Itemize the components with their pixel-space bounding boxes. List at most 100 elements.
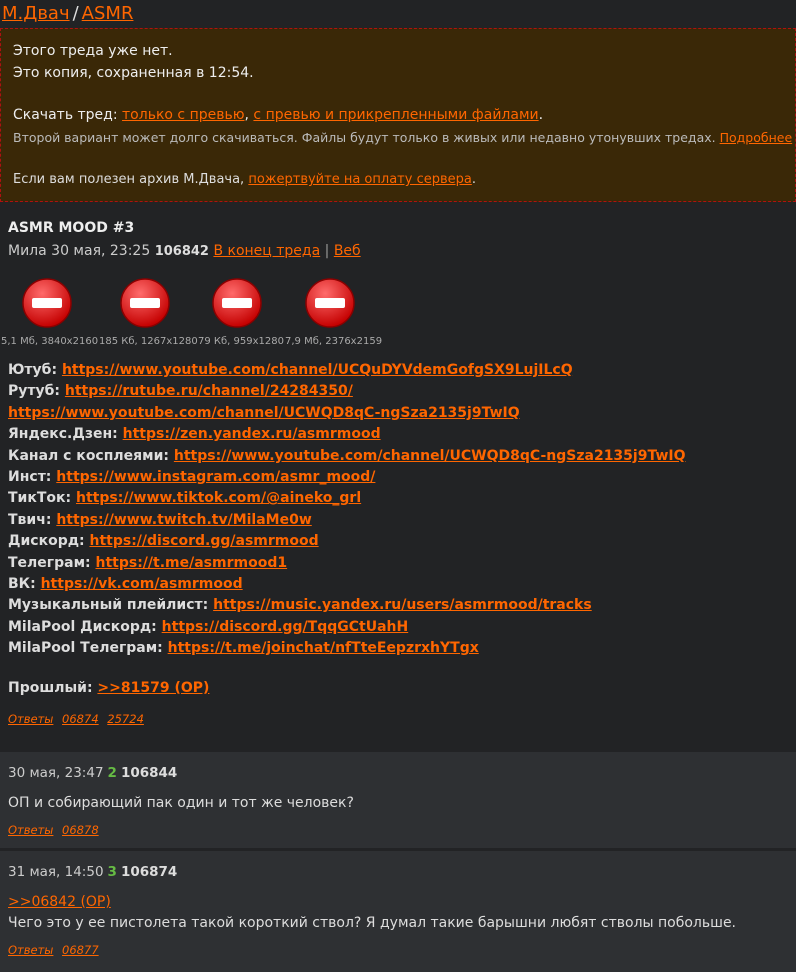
download-previews-link[interactable]: только с превью	[122, 107, 244, 123]
post-count: 2	[107, 765, 117, 781]
link-row: Ютуб: https://www.youtube.com/channel/UC…	[8, 360, 686, 381]
reply-link[interactable]: 25724	[107, 712, 144, 726]
post-count: 3	[107, 864, 117, 880]
link-url[interactable]: https://zen.yandex.ru/asmrmood	[123, 426, 381, 442]
breadcrumb-home-link[interactable]: М.Двач	[2, 3, 70, 24]
reply-link[interactable]: 06878	[62, 823, 99, 837]
download-full-link[interactable]: с превью и прикрепленными файлами	[253, 107, 538, 123]
link-row: MilaPool Телеграм: https://t.me/joinchat…	[8, 638, 686, 659]
post-number[interactable]: 106874	[121, 864, 177, 880]
link-url[interactable]: https://t.me/asmrmood1	[96, 555, 288, 571]
op-author: Мила	[8, 243, 47, 259]
link-url[interactable]: https://rutube.ru/channel/24284350/	[65, 383, 353, 399]
post-replies: Ответы 06878	[8, 823, 104, 837]
link-label: ВК:	[8, 575, 36, 592]
donate-end: .	[471, 172, 476, 187]
link-row: Музыкальный плейлист: https://music.yand…	[8, 595, 686, 616]
previous-thread-link[interactable]: >>81579 (OP)	[97, 680, 209, 696]
notice-thread-gone: Этого треда уже нет.	[13, 43, 173, 59]
notice-download: Скачать тред: только с превью, с превью …	[13, 107, 543, 123]
donate-link[interactable]: пожертвуйте на оплату сервера	[248, 172, 472, 187]
donate-text: Если вам полезен архив М.Двача,	[13, 172, 245, 187]
link-row: https://www.youtube.com/channel/UCWQD8qC…	[8, 403, 686, 424]
post-meta: 31 мая, 14:50 3 106874	[8, 864, 177, 880]
more-info-link[interactable]: Подробнее	[720, 130, 793, 145]
download-end: .	[538, 107, 544, 123]
link-url[interactable]: https://music.yandex.ru/users/asmrmood/t…	[213, 597, 592, 613]
link-row: Инст: https://www.instagram.com/asmr_moo…	[8, 467, 686, 488]
post-date: 30 мая, 23:47	[8, 765, 104, 781]
link-row: Твич: https://www.twitch.tv/MilaMe0w	[8, 510, 686, 531]
file-size: 5,1 Мб, 3840x2160	[1, 336, 99, 347]
link-label: Канал с косплеями:	[8, 447, 169, 464]
post-quote: >>06842 (OP)	[8, 894, 111, 910]
link-label: Дискорд:	[8, 533, 85, 550]
notice-warning: Второй вариант может долго скачиваться. …	[13, 130, 792, 145]
quote-link[interactable]: >>06842 (OP)	[8, 894, 111, 910]
previous-label: Прошлый:	[8, 680, 93, 696]
breadcrumb-separator: /	[72, 3, 79, 24]
no-entry-icon[interactable]	[211, 277, 263, 329]
no-entry-icon[interactable]	[119, 277, 171, 329]
link-url[interactable]: https://www.youtube.com/channel/UCWQD8qC…	[8, 405, 520, 421]
link-row: MilaPool Дискорд: https://discord.gg/Tqq…	[8, 617, 686, 638]
link-row: Дискорд: https://discord.gg/asmrmood	[8, 531, 686, 552]
breadcrumb-board-link[interactable]: ASMR	[82, 3, 134, 24]
link-url[interactable]: https://www.twitch.tv/MilaMe0w	[56, 512, 311, 528]
link-url[interactable]: https://discord.gg/TqqGCtUahH	[162, 619, 409, 635]
link-row: Яндекс.Дзен: https://zen.yandex.ru/asmrm…	[8, 424, 686, 445]
link-url[interactable]: https://www.youtube.com/channel/UCQuDYVd…	[62, 362, 573, 378]
link-label: Музыкальный плейлист:	[8, 597, 209, 614]
op-date: 30 мая, 23:25	[51, 243, 151, 259]
warning-text: Второй вариант может долго скачиваться. …	[13, 130, 716, 145]
replies-label[interactable]: Ответы	[8, 712, 53, 726]
op-post-number[interactable]: 106842	[155, 244, 209, 259]
previous-thread: Прошлый: >>81579 (OP)	[8, 680, 209, 696]
post-replies: Ответы 06877	[8, 943, 104, 957]
replies-label[interactable]: Ответы	[8, 943, 53, 957]
op-links: Ютуб: https://www.youtube.com/channel/UC…	[8, 360, 686, 659]
archive-notice: Этого треда уже нет. Это копия, сохранен…	[0, 28, 796, 202]
link-row: Канал с косплеями: https://www.youtube.c…	[8, 446, 686, 467]
link-label: ТикТок:	[8, 490, 72, 507]
link-label: MilaPool Дискорд:	[8, 618, 157, 635]
download-label: Скачать тред:	[13, 107, 118, 123]
link-row: Телеграм: https://t.me/asmrmood1	[8, 553, 686, 574]
link-url[interactable]: https://vk.com/asmrmood	[41, 576, 243, 592]
reply-link[interactable]: 06874	[62, 712, 99, 726]
no-entry-icon[interactable]	[304, 277, 356, 329]
file-size: 7,9 Мб, 2376x2159	[285, 336, 383, 347]
link-label: Твич:	[8, 511, 52, 528]
post-text: ОП и собирающий пак один и тот же челове…	[8, 795, 354, 811]
link-row: ТикТок: https://www.tiktok.com/@aineko_g…	[8, 488, 686, 509]
link-url[interactable]: https://discord.gg/asmrmood	[90, 533, 319, 549]
reply-post: 31 мая, 14:50 3 106874 >>06842 (OP) Чего э…	[0, 851, 796, 972]
web-link[interactable]: Веб	[334, 243, 361, 259]
to-end-link[interactable]: В конец треда	[213, 243, 320, 259]
link-label: Яндекс.Дзен:	[8, 426, 118, 443]
notice-saved-time: Это копия, сохраненная в 12:54.	[13, 65, 254, 81]
post-text: Чего это у ее пистолета такой короткий с…	[8, 915, 737, 931]
replies-label[interactable]: Ответы	[8, 823, 53, 837]
link-label: Ютуб:	[8, 362, 58, 378]
download-comma: ,	[244, 107, 249, 123]
notice-donate: Если вам полезен архив М.Двача, пожертву…	[13, 172, 476, 187]
link-url[interactable]: https://www.tiktok.com/@aineko_grl	[76, 490, 361, 506]
reply-link[interactable]: 06877	[62, 943, 99, 957]
link-url[interactable]: https://t.me/joinchat/nfTteEepzrxhYTgx	[168, 640, 479, 656]
post-meta: 30 мая, 23:47 2 106844	[8, 765, 177, 781]
meta-separator: |	[324, 243, 330, 259]
post-number[interactable]: 106844	[121, 765, 177, 781]
link-label: MilaPool Телеграм:	[8, 640, 163, 657]
link-label: Инст:	[8, 468, 52, 485]
reply-post: 30 мая, 23:47 2 106844 ОП и собирающий пак…	[0, 752, 796, 848]
file-size: 185 Кб, 1267x1280	[99, 336, 198, 347]
link-url[interactable]: https://www.youtube.com/channel/UCWQD8qC…	[174, 448, 686, 464]
op-meta: Мила 30 мая, 23:25 106842 В конец треда …	[8, 243, 361, 259]
link-url[interactable]: https://www.instagram.com/asmr_mood/	[56, 469, 375, 485]
link-label: Рутуб:	[8, 383, 61, 400]
no-entry-icon[interactable]	[21, 277, 73, 329]
breadcrumb: М.Двач / ASMR	[2, 3, 133, 25]
link-row: Рутуб: https://rutube.ru/channel/2428435…	[8, 381, 686, 402]
op-replies: Ответы 06874 25724	[8, 712, 149, 726]
